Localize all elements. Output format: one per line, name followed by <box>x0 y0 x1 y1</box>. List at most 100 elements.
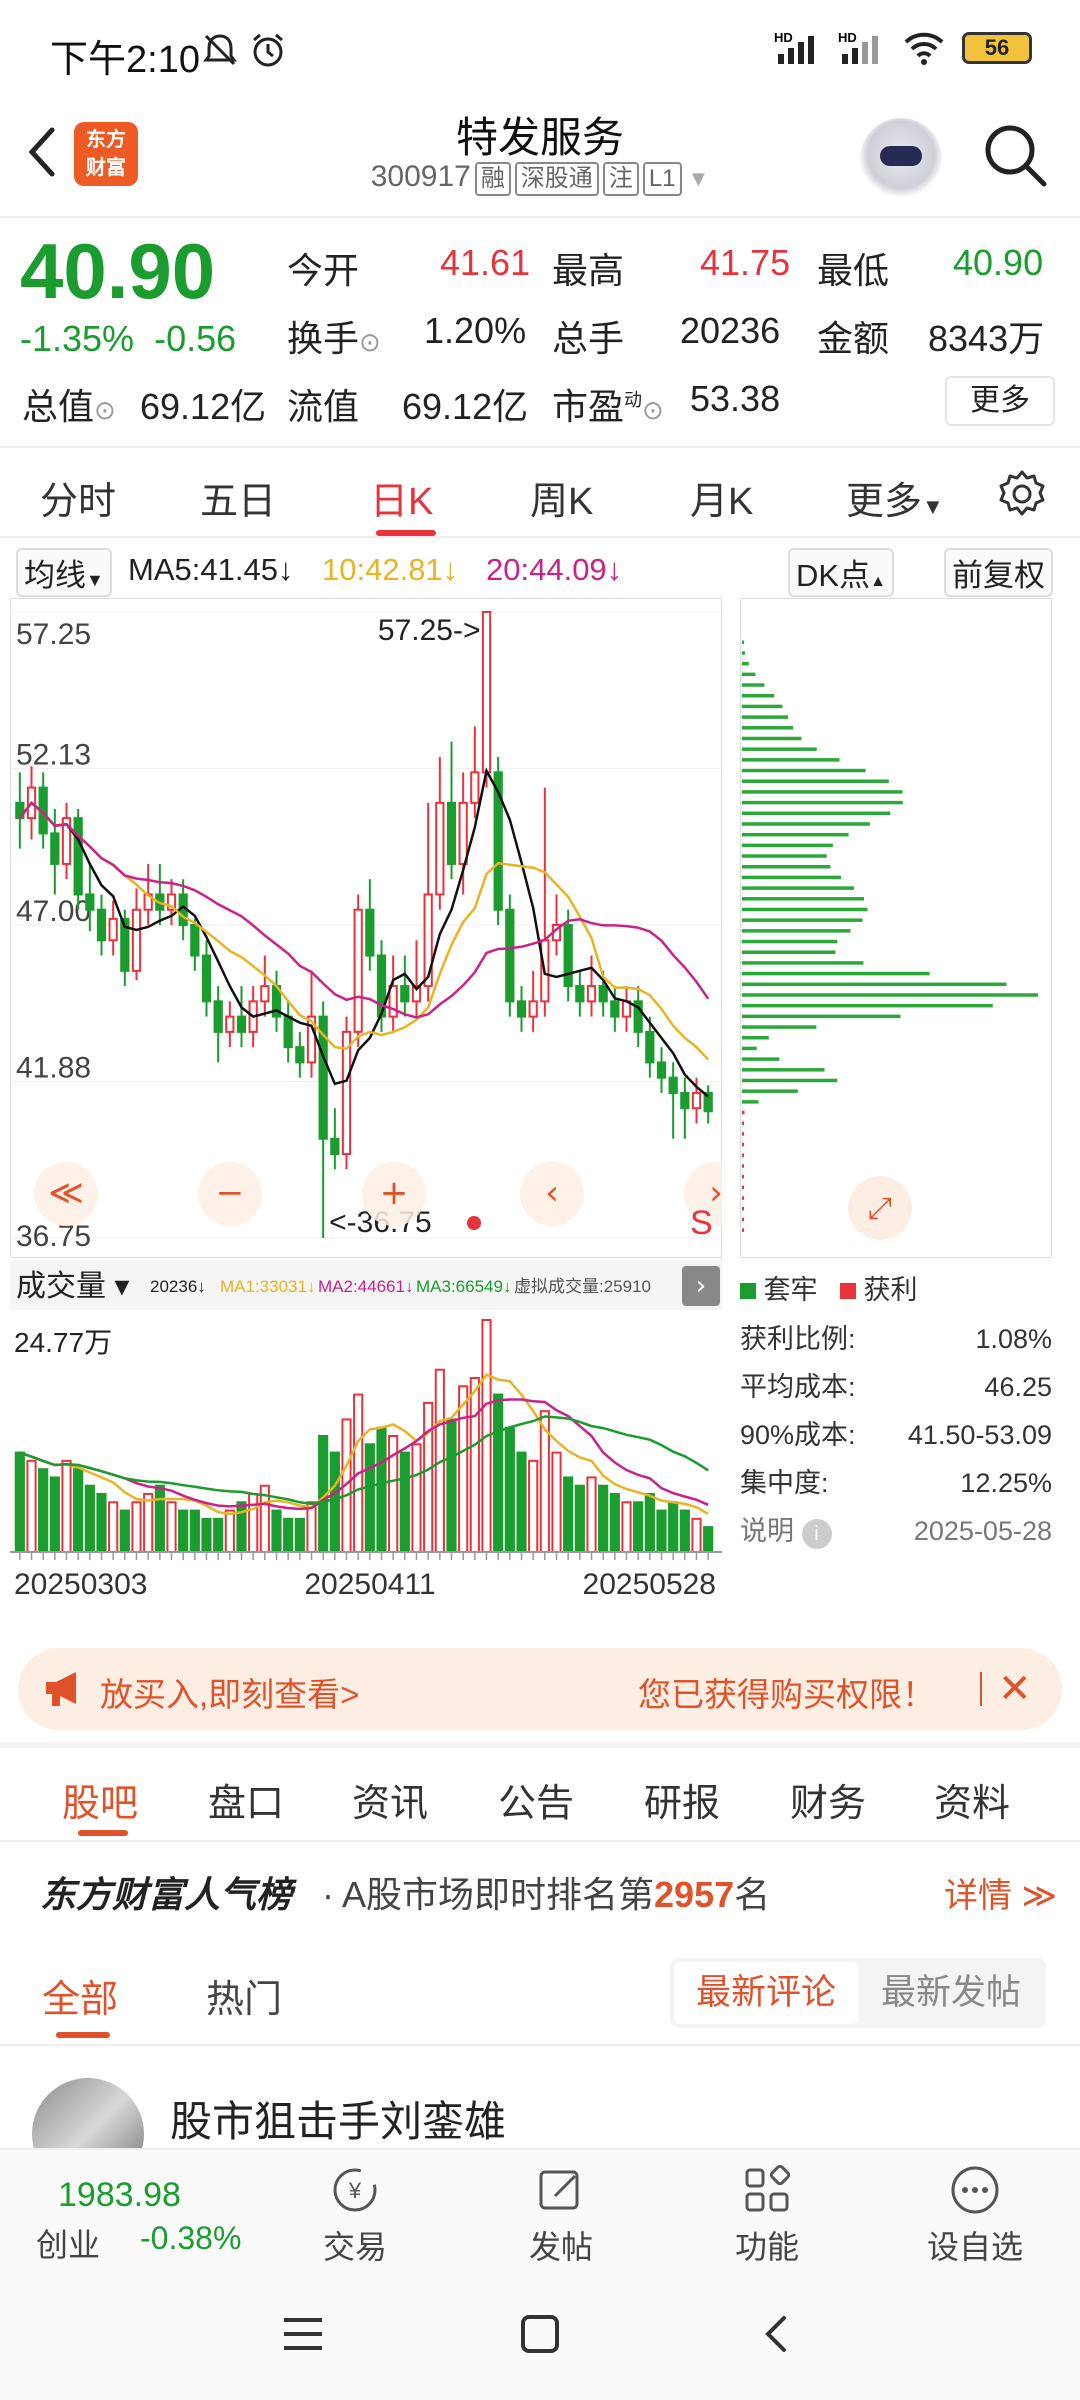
grid-icon <box>745 2164 791 2212</box>
volume-bar <box>329 1451 340 1553</box>
more-quote-button[interactable]: 更多 <box>945 376 1055 426</box>
post-author[interactable]: 股市狙击手刘銮雄 <box>170 2088 506 2149</box>
tab-profile[interactable]: 资料 <box>934 1772 1010 1827</box>
nav-add-watchlist[interactable]: 设自选 <box>910 2162 1040 2268</box>
kline-chart[interactable]: 57.2552.1347.0041.8836.7557.25-><-36.75≪… <box>10 598 722 1258</box>
post-item[interactable]: 股市狙击手刘銮雄 <box>0 2048 1080 2190</box>
candle-body <box>481 611 492 774</box>
more-circle-icon <box>951 2166 999 2214</box>
candle-body <box>516 1000 527 1018</box>
assistant-robot-icon[interactable] <box>860 118 942 200</box>
tab-research[interactable]: 研报 <box>644 1772 720 1827</box>
tag-margin: 融 <box>474 162 511 196</box>
chip-bar <box>742 1014 901 1019</box>
candle-body <box>610 1000 620 1018</box>
banner-close-icon[interactable]: ✕ <box>998 1666 1032 1712</box>
volume-bar <box>236 1501 247 1554</box>
menu-icon[interactable] <box>280 2314 326 2354</box>
tab-forum[interactable]: 股吧 <box>62 1772 138 1827</box>
y-tick-label: 52.13 <box>16 738 91 771</box>
volume-legend-0: 20236↓ <box>150 1277 206 1296</box>
tab-monthly-k[interactable]: 月K <box>690 470 753 525</box>
mktcap-label: 总值⊙ <box>22 386 116 427</box>
chip-bar <box>742 854 827 858</box>
wifi-icon <box>904 32 944 65</box>
candle-body <box>96 908 107 942</box>
rank-number: 2957 <box>654 1874 735 1915</box>
dk-point-select[interactable]: DK点▲ <box>788 548 894 597</box>
tab-daily-k[interactable]: 日K <box>370 470 433 525</box>
promo-banner[interactable]: 放买入,即刻查看> 您已获得购买权限！ ✕ <box>18 1648 1062 1730</box>
change-amount: -0.56 <box>154 318 237 359</box>
amount-value: 8343万 <box>928 318 1045 359</box>
index-value[interactable]: 1983.98 <box>58 2176 181 2215</box>
tab-all[interactable]: 全部 <box>42 1968 118 2023</box>
tab-more[interactable]: 更多▼ <box>846 470 944 525</box>
nav-post[interactable]: 发帖 <box>496 2162 626 2268</box>
tab-market-depth[interactable]: 盘口 <box>208 1772 284 1827</box>
chip-row-concentration: 集中度: 12.25% <box>740 1468 1052 1498</box>
chip-bar <box>742 993 1038 997</box>
banner-divider <box>980 1672 982 1706</box>
chart-control-glyph: ≪ <box>48 1173 84 1213</box>
candle-body <box>260 985 270 1003</box>
high-marker: 57.25-> <box>378 614 481 647</box>
back-nav-icon[interactable] <box>756 2312 796 2356</box>
tab-hot[interactable]: 热门 <box>206 1968 282 2023</box>
chip-bar <box>742 843 833 848</box>
volume-bar <box>283 1517 294 1554</box>
section-divider <box>0 1742 1080 1748</box>
chip-bar <box>742 779 889 783</box>
pe-value: 53.38 <box>690 378 781 419</box>
amount-label: 金额 <box>817 318 890 359</box>
tag-registration: 注 <box>602 162 639 196</box>
tab-financials[interactable]: 财务 <box>790 1772 866 1827</box>
last-price: 40.90 <box>20 227 216 315</box>
search-icon[interactable] <box>980 120 1050 190</box>
chip-bar <box>742 1174 744 1179</box>
section-tabs: 股吧 盘口 资讯 公告 研报 财务 资料 <box>0 1750 1080 1842</box>
chip-bar <box>742 768 866 773</box>
tab-weekly-k[interactable]: 周K <box>530 470 593 525</box>
index-name[interactable]: 创业 <box>36 2220 100 2266</box>
sort-latest-comment[interactable]: 最新评论 <box>674 1962 858 2024</box>
megaphone-icon <box>46 1672 76 1706</box>
home-icon[interactable] <box>518 2312 562 2356</box>
banner-right-text: 您已获得购买权限！ <box>638 1676 935 1713</box>
volume-legend-3: MA3:66549↓ <box>416 1277 511 1296</box>
indicator-select[interactable]: 均线▼ <box>16 548 112 597</box>
candle-body <box>353 908 363 1033</box>
chip-bar <box>742 661 749 666</box>
banner-left-text: 放买入,即刻查看> <box>100 1676 360 1713</box>
index-change[interactable]: -0.38% <box>140 2220 241 2257</box>
system-nav-bar <box>0 2270 1080 2400</box>
volume-chart[interactable]: 成交量 ▾ 20236↓ MA1:33031↓ MA2:44661↓ MA3:66549… <box>10 1260 722 1630</box>
volume-select: 成交量 ▾ <box>16 1270 129 1303</box>
nav-functions[interactable]: 功能 <box>702 2162 832 2268</box>
adjust-select[interactable]: 前复权 <box>944 548 1053 597</box>
chip-bar <box>742 704 783 709</box>
settings-gear-icon[interactable] <box>996 468 1048 520</box>
popularity-rank[interactable]: 东方财富人气榜 · A股市场即时排名第2957名 详情 ≫ <box>0 1846 1080 1936</box>
candle-body <box>656 1061 667 1079</box>
volume-bar <box>458 1385 469 1553</box>
nav-trade[interactable]: ¥ 交易 <box>290 2162 420 2268</box>
chip-row-note[interactable]: 说明 i 2025-05-28 <box>740 1507 1052 1555</box>
volume-bar <box>411 1443 422 1554</box>
volume-bar <box>679 1509 690 1553</box>
volume-bar <box>248 1493 259 1553</box>
pe-label: 市盈动⊙ <box>552 386 664 427</box>
sort-latest-post[interactable]: 最新发帖 <box>860 1962 1042 2024</box>
rank-details-link[interactable]: 详情 ≫ <box>944 1868 1057 1917</box>
tab-intraday[interactable]: 分时 <box>40 470 116 525</box>
tab-announcements[interactable]: 公告 <box>498 1772 574 1827</box>
candle-body <box>400 985 410 1003</box>
tab-news[interactable]: 资讯 <box>352 1772 428 1827</box>
chip-bar <box>742 832 849 837</box>
period-tabs: 分时 五日 日K 周K 月K 更多▼ <box>0 450 1080 538</box>
tab-five-day[interactable]: 五日 <box>200 470 276 525</box>
chip-row-90-cost: 90%成本: 41.50-53.09 <box>740 1420 1052 1450</box>
chip-bar <box>742 961 864 965</box>
ma-legend: 均线▼ MA5:41.45↓ 10:42.81↓ 20:44.09↓ DK点▲ … <box>0 546 1080 597</box>
candle-body <box>330 1137 340 1156</box>
